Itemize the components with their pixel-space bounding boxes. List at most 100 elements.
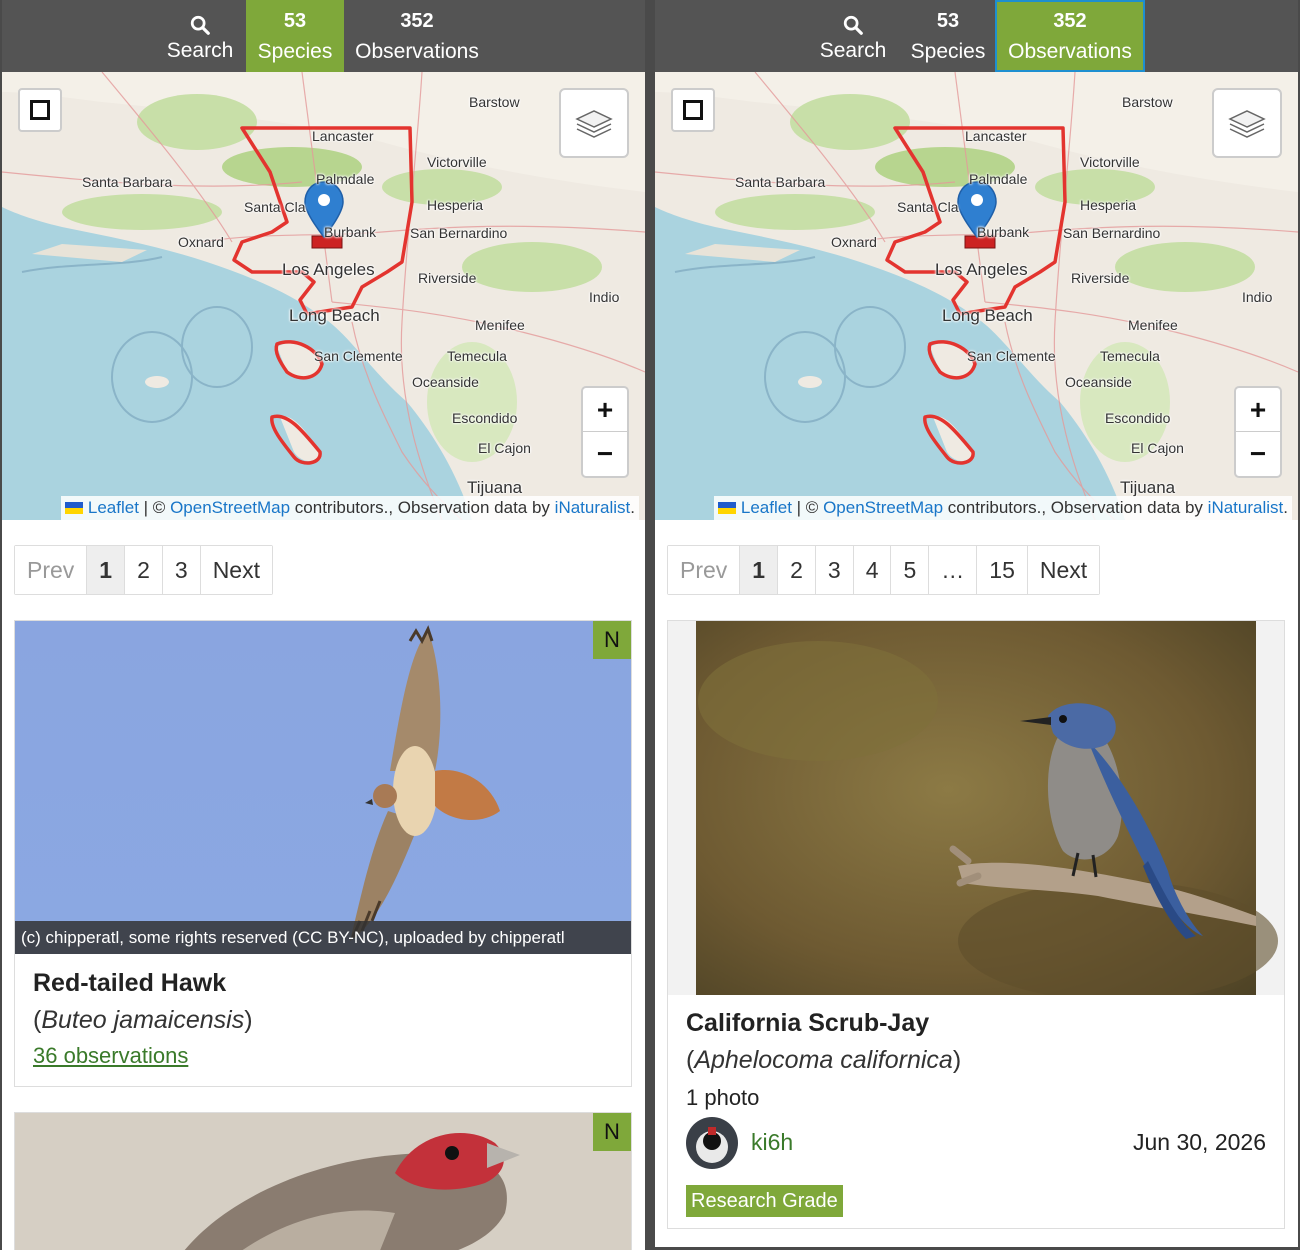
layers-icon[interactable] <box>1212 88 1282 158</box>
map-place-label: Barstow <box>1122 94 1173 110</box>
map[interactable]: Barstow Lancaster Victorville Santa Barbara… <box>2 72 645 520</box>
tab-species-label: Species <box>257 40 333 63</box>
zoom-in-button[interactable]: + <box>1236 388 1280 432</box>
layers-icon[interactable] <box>559 88 629 158</box>
avatar[interactable] <box>686 1117 738 1169</box>
search-icon <box>843 15 863 35</box>
pagination: Prev 1 2 3 4 5… 15 Next <box>667 545 1101 595</box>
tab-observations[interactable]: 352 Observations <box>995 0 1145 72</box>
tab-search-label: Search <box>819 39 887 62</box>
map-place-label: Tijuana <box>467 478 523 497</box>
zoom-out-button[interactable]: − <box>583 432 627 476</box>
square-select-icon[interactable] <box>18 88 62 132</box>
map-place-label: Victorville <box>1080 154 1140 170</box>
page-1-button[interactable]: 1 <box>740 546 779 594</box>
scrub-jay-photo-image <box>668 621 1284 995</box>
openstreetmap-link[interactable]: OpenStreetMap <box>823 498 943 517</box>
next-page-button[interactable]: Next <box>1027 546 1100 594</box>
map-place-label: Hesperia <box>1080 197 1137 213</box>
hawk-photo-image <box>15 621 631 954</box>
square-select-icon[interactable] <box>671 88 715 132</box>
attribution-separator: | © <box>791 498 824 517</box>
map-place-label: Escondido <box>452 410 518 426</box>
map-place-label: Temecula <box>447 348 507 364</box>
inaturalist-link[interactable]: iNaturalist <box>1208 498 1284 517</box>
observer-username[interactable]: ki6h <box>751 1129 793 1156</box>
page-15-button[interactable]: 15 <box>977 546 1028 594</box>
leaflet-link[interactable]: Leaflet <box>741 498 792 517</box>
next-page-button[interactable]: Next <box>200 546 272 594</box>
map-place-label: Burbank <box>977 224 1030 240</box>
common-name: Red-tailed Hawk <box>33 969 227 997</box>
map-place-label: Indio <box>589 289 620 305</box>
observation-card[interactable]: California Scrub-Jay (Aphelocoma califor… <box>667 620 1285 1229</box>
map-place-label: Tijuana <box>1120 478 1176 497</box>
page-3-button[interactable]: 3 <box>815 546 854 594</box>
tab-species[interactable]: 53 Species <box>901 0 995 72</box>
map-place-label: Santa Cla <box>897 199 959 215</box>
ukraine-flag-icon <box>64 502 83 514</box>
native-badge: N <box>593 1113 631 1151</box>
page-1-button[interactable]: 1 <box>87 546 126 594</box>
species-panel: Search 53 Species 352 Observations Barst… <box>2 0 645 1250</box>
zoom-in-button[interactable]: + <box>583 388 627 432</box>
zoom-out-button[interactable]: − <box>1236 432 1280 476</box>
tab-search[interactable]: Search <box>152 0 248 72</box>
scientific-name: (Aphelocoma californica) <box>686 1046 962 1074</box>
species-photo[interactable]: N <box>15 1113 631 1250</box>
tab-observations-label: Observations <box>355 40 479 63</box>
map-place-label: San Bernardino <box>1063 225 1161 241</box>
map-place-label: Santa Cla <box>244 199 306 215</box>
zoom-control: + − <box>1234 386 1282 478</box>
species-card[interactable]: N (c) chipperatl, some rights reserved (… <box>14 620 632 1087</box>
species-photo[interactable]: N (c) chipperatl, some rights reserved (… <box>15 621 631 954</box>
species-count: 53 <box>936 10 960 32</box>
tab-species[interactable]: 53 Species <box>246 0 344 72</box>
leaflet-link[interactable]: Leaflet <box>88 498 139 517</box>
page-2-button[interactable]: 2 <box>778 546 816 594</box>
map-place-label: Hesperia <box>427 197 484 213</box>
card-body: Red-tailed Hawk (Buteo jamaicensis) 36 o… <box>15 954 631 1084</box>
map-place-label: Victorville <box>427 154 487 170</box>
species-card[interactable]: N <box>14 1112 632 1250</box>
prev-page-button: Prev <box>15 546 88 594</box>
tab-observations[interactable]: 352 Observations <box>344 0 490 72</box>
observation-date: Jun 30, 2026 <box>1132 1129 1266 1155</box>
map-attribution: Leaflet | © OpenStreetMap contributors.,… <box>60 496 639 520</box>
page-4-button[interactable]: 4 <box>853 546 892 594</box>
map-place-label: San Bernardino <box>410 225 508 241</box>
page-3-button[interactable]: 3 <box>162 546 201 594</box>
pagination: Prev 1 2 3 Next <box>14 545 273 595</box>
map[interactable]: Barstow Lancaster Victorville Santa Barbara… <box>655 72 1298 520</box>
tab-observations-label: Observations <box>1008 40 1132 63</box>
tab-species-label: Species <box>910 40 986 63</box>
attribution-text: contributors., Observation data by <box>290 498 555 517</box>
attribution-end: . <box>1283 498 1288 517</box>
top-nav: Search 53 Species 352 Observations <box>655 0 1298 72</box>
zoom-control: + − <box>581 386 629 478</box>
openstreetmap-link[interactable]: OpenStreetMap <box>170 498 290 517</box>
map-place-label: Long Beach <box>942 306 1033 325</box>
tab-search[interactable]: Search <box>805 0 901 72</box>
map-place-label: Santa Barbara <box>735 174 826 190</box>
page-2-button[interactable]: 2 <box>125 546 163 594</box>
page-5-button[interactable]: 5 <box>891 546 930 594</box>
card-body: California Scrub-Jay (Aphelocoma califor… <box>668 995 1284 1228</box>
map-attribution: Leaflet | © OpenStreetMap contributors.,… <box>713 496 1292 520</box>
map-place-label: Escondido <box>1105 410 1171 426</box>
quality-grade-badge: Research Grade <box>686 1185 843 1217</box>
map-place-label: Burbank <box>324 224 377 240</box>
attribution-text: contributors., Observation data by <box>943 498 1208 517</box>
observations-panel: Search 53 Species 352 Observations Barst… <box>655 0 1298 1247</box>
map-place-label: El Cajon <box>478 440 531 456</box>
attribution-separator: | © <box>138 498 171 517</box>
inaturalist-link[interactable]: iNaturalist <box>555 498 631 517</box>
observation-photo[interactable] <box>668 621 1284 995</box>
page-ellipsis: … <box>929 546 978 594</box>
observations-count: 352 <box>1053 10 1087 32</box>
search-icon <box>190 15 210 35</box>
observations-count: 352 <box>400 10 434 32</box>
common-name: California Scrub-Jay <box>686 1009 930 1037</box>
observations-link[interactable]: 36 observations <box>33 1043 613 1069</box>
scientific-name-text: Buteo jamaicensis <box>41 1006 245 1034</box>
